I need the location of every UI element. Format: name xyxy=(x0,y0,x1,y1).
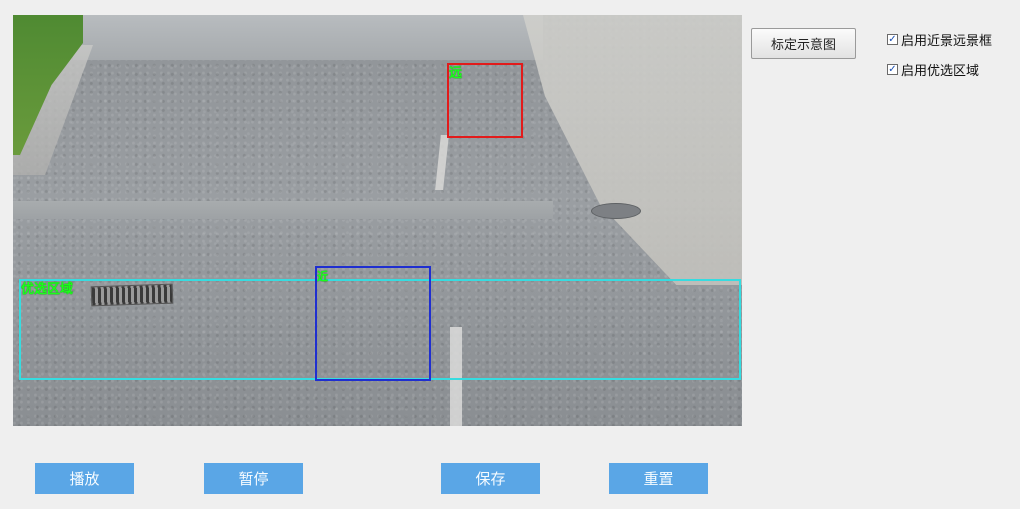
checkbox-checked-icon[interactable]: ✓ xyxy=(887,64,898,75)
preferred-region-label: 优选区域 xyxy=(21,282,74,297)
enable-near-far-box-label: 启用近景远景框 xyxy=(901,34,993,49)
far-view-label: 远 xyxy=(449,66,463,81)
video-frame[interactable]: 远 近 优选区域 xyxy=(13,15,742,426)
manhole-cover xyxy=(591,203,641,219)
enable-preferred-region-label: 启用优选区域 xyxy=(901,64,980,79)
save-button[interactable]: 保存 xyxy=(441,463,540,494)
enable-near-far-box-checkbox[interactable]: ✓ 启用近景远景框 xyxy=(887,30,992,49)
road-joint-strip xyxy=(13,201,553,219)
near-view-label: 近 xyxy=(317,270,328,283)
calibration-diagram-button[interactable]: 标定示意图 xyxy=(751,28,856,59)
pause-button[interactable]: 暂停 xyxy=(204,463,303,494)
reset-button[interactable]: 重置 xyxy=(609,463,708,494)
play-button[interactable]: 播放 xyxy=(35,463,134,494)
checkbox-checked-icon[interactable]: ✓ xyxy=(887,34,898,45)
near-view-box[interactable] xyxy=(315,266,431,381)
enable-preferred-region-checkbox[interactable]: ✓ 启用优选区域 xyxy=(887,60,979,79)
road-slab xyxy=(73,15,543,60)
